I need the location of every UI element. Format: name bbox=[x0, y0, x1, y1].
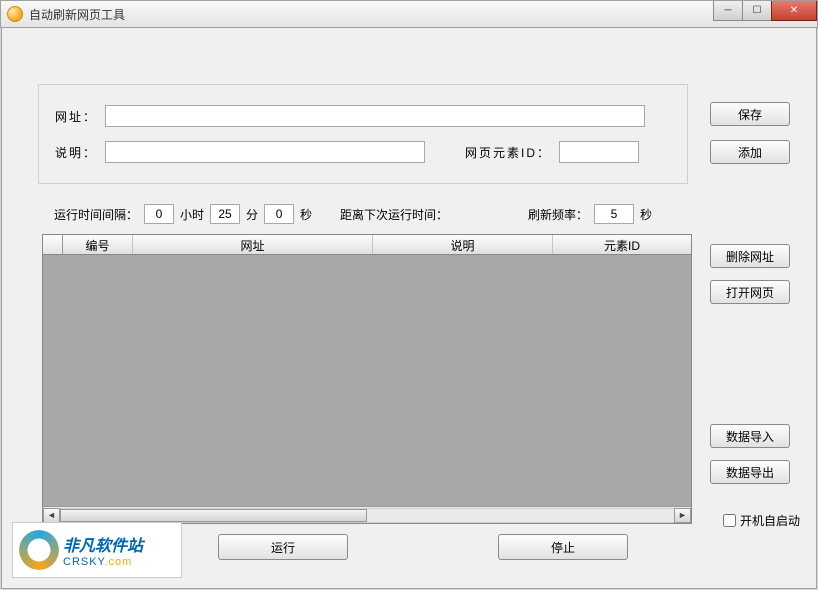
autostart-row: 开机自启动 bbox=[723, 512, 800, 529]
minutes-input[interactable] bbox=[210, 204, 240, 224]
logo-domain: CRSKY bbox=[63, 556, 104, 568]
scroll-thumb[interactable] bbox=[60, 509, 367, 522]
seconds-input[interactable] bbox=[264, 204, 294, 224]
url-label: 网址： bbox=[55, 108, 97, 125]
titlebar: 自动刷新网页工具 ─ ☐ ✕ bbox=[0, 0, 818, 28]
window-title: 自动刷新网页工具 bbox=[29, 6, 125, 23]
url-table: 编号 网址 说明 元素ID ◄ ► bbox=[42, 234, 692, 524]
autostart-checkbox[interactable] bbox=[723, 514, 736, 527]
logo-text-2: CRSKY.com bbox=[63, 556, 143, 568]
freq-group: 刷新频率： 秒 bbox=[528, 204, 652, 224]
run-button[interactable]: 运行 bbox=[218, 534, 348, 560]
element-id-label: 网页元素ID： bbox=[465, 144, 551, 161]
next-run-label: 距离下次运行时间： bbox=[340, 206, 448, 223]
delete-url-button[interactable]: 删除网址 bbox=[710, 244, 790, 268]
scroll-track[interactable] bbox=[60, 508, 674, 523]
col-desc[interactable]: 说明 bbox=[373, 235, 553, 254]
col-number[interactable]: 编号 bbox=[63, 235, 133, 254]
window-controls: ─ ☐ ✕ bbox=[714, 1, 817, 21]
scroll-left-icon[interactable]: ◄ bbox=[43, 508, 60, 523]
add-button[interactable]: 添加 bbox=[710, 140, 790, 164]
interval-label: 运行时间间隔： bbox=[54, 206, 138, 223]
url-group: 网址： 说明： 网页元素ID： bbox=[38, 84, 688, 184]
close-button[interactable]: ✕ bbox=[771, 1, 817, 21]
maximize-button[interactable]: ☐ bbox=[742, 1, 772, 21]
client-area: 网址： 说明： 网页元素ID： 保存 添加 运行时间间隔： 小时 分 秒 距 bbox=[1, 28, 817, 589]
stop-button[interactable]: 停止 bbox=[498, 534, 628, 560]
col-url[interactable]: 网址 bbox=[133, 235, 373, 254]
url-input[interactable] bbox=[105, 105, 645, 127]
freq-unit: 秒 bbox=[640, 206, 652, 223]
bottom-buttons: 运行 停止 bbox=[218, 534, 628, 560]
import-button[interactable]: 数据导入 bbox=[710, 424, 790, 448]
right-column-mid: 删除网址 打开网页 bbox=[710, 244, 800, 304]
hours-unit: 小时 bbox=[180, 206, 204, 223]
element-id-input[interactable] bbox=[559, 141, 639, 163]
freq-input[interactable] bbox=[594, 204, 634, 224]
watermark-logo: 非凡软件站 CRSKY.com bbox=[12, 522, 182, 578]
minimize-button[interactable]: ─ bbox=[713, 1, 743, 21]
main-panel: 网址： 说明： 网页元素ID： 保存 添加 运行时间间隔： 小时 分 秒 距 bbox=[18, 44, 800, 572]
right-column-top: 保存 添加 bbox=[710, 102, 800, 164]
logo-tld: .com bbox=[104, 556, 132, 568]
table-body[interactable] bbox=[43, 255, 691, 506]
right-column-low: 数据导入 数据导出 bbox=[710, 424, 800, 484]
app-icon bbox=[7, 6, 23, 22]
seconds-unit: 秒 bbox=[300, 206, 312, 223]
desc-label: 说明： bbox=[55, 144, 97, 161]
scroll-right-icon[interactable]: ► bbox=[674, 508, 691, 523]
freq-label: 刷新频率： bbox=[528, 206, 588, 223]
open-page-button[interactable]: 打开网页 bbox=[710, 280, 790, 304]
save-button[interactable]: 保存 bbox=[710, 102, 790, 126]
autostart-label: 开机自启动 bbox=[740, 512, 800, 529]
logo-text-1: 非凡软件站 bbox=[63, 532, 143, 556]
hours-input[interactable] bbox=[144, 204, 174, 224]
minutes-unit: 分 bbox=[246, 206, 258, 223]
desc-input[interactable] bbox=[105, 141, 425, 163]
col-element-id[interactable]: 元素ID bbox=[553, 235, 691, 254]
export-button[interactable]: 数据导出 bbox=[710, 460, 790, 484]
interval-row: 运行时间间隔： 小时 分 秒 bbox=[54, 204, 312, 224]
row-header-blank bbox=[43, 235, 63, 254]
horizontal-scrollbar[interactable]: ◄ ► bbox=[43, 506, 691, 523]
logo-swirl-icon bbox=[19, 530, 59, 570]
table-header: 编号 网址 说明 元素ID bbox=[43, 235, 691, 255]
